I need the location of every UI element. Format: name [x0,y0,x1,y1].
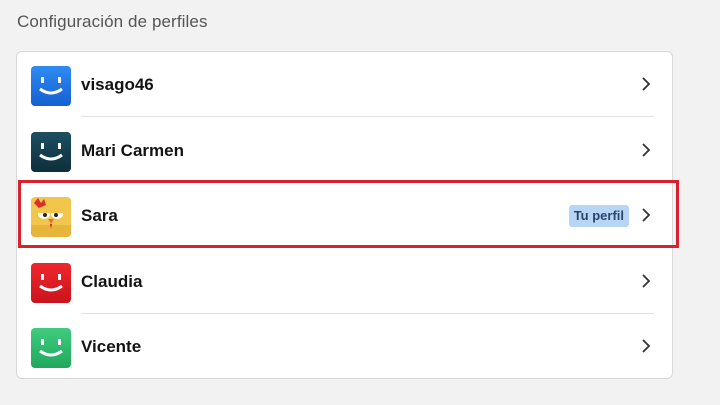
profile-name: Sara [81,206,118,225]
red-smile-avatar [31,263,71,303]
chevron-right-icon [642,143,651,157]
green-smile-avatar [31,328,71,368]
yellow-chicken-avatar [31,197,71,237]
profile-name: Mari Carmen [81,141,184,160]
dark-teal-smile-avatar [31,132,71,172]
profile-name: Claudia [81,272,143,291]
profile-row-sara[interactable]: Sara Tu perfil [17,183,672,248]
profile-row-mari-carmen[interactable]: Mari Carmen [17,118,672,183]
profile-row-claudia[interactable]: Claudia [17,249,672,314]
chevron-right-icon [642,274,651,288]
chevron-right-icon [642,77,651,91]
profile-name: Vicente [81,337,142,356]
profile-row-visago46[interactable]: visago46 [17,52,672,117]
profile-row-vicente[interactable]: Vicente [17,314,672,379]
profile-name: visago46 [81,75,154,94]
chevron-right-icon [642,208,651,222]
own-profile-badge: Tu perfil [568,205,629,227]
blue-smile-avatar [31,66,71,106]
section-title: Configuración de perfiles [17,12,208,31]
row-divider [81,116,654,117]
chevron-right-icon [642,339,651,353]
profiles-list: visago46 Mari Carmen Sara Tu perfil Clau… [16,51,673,379]
